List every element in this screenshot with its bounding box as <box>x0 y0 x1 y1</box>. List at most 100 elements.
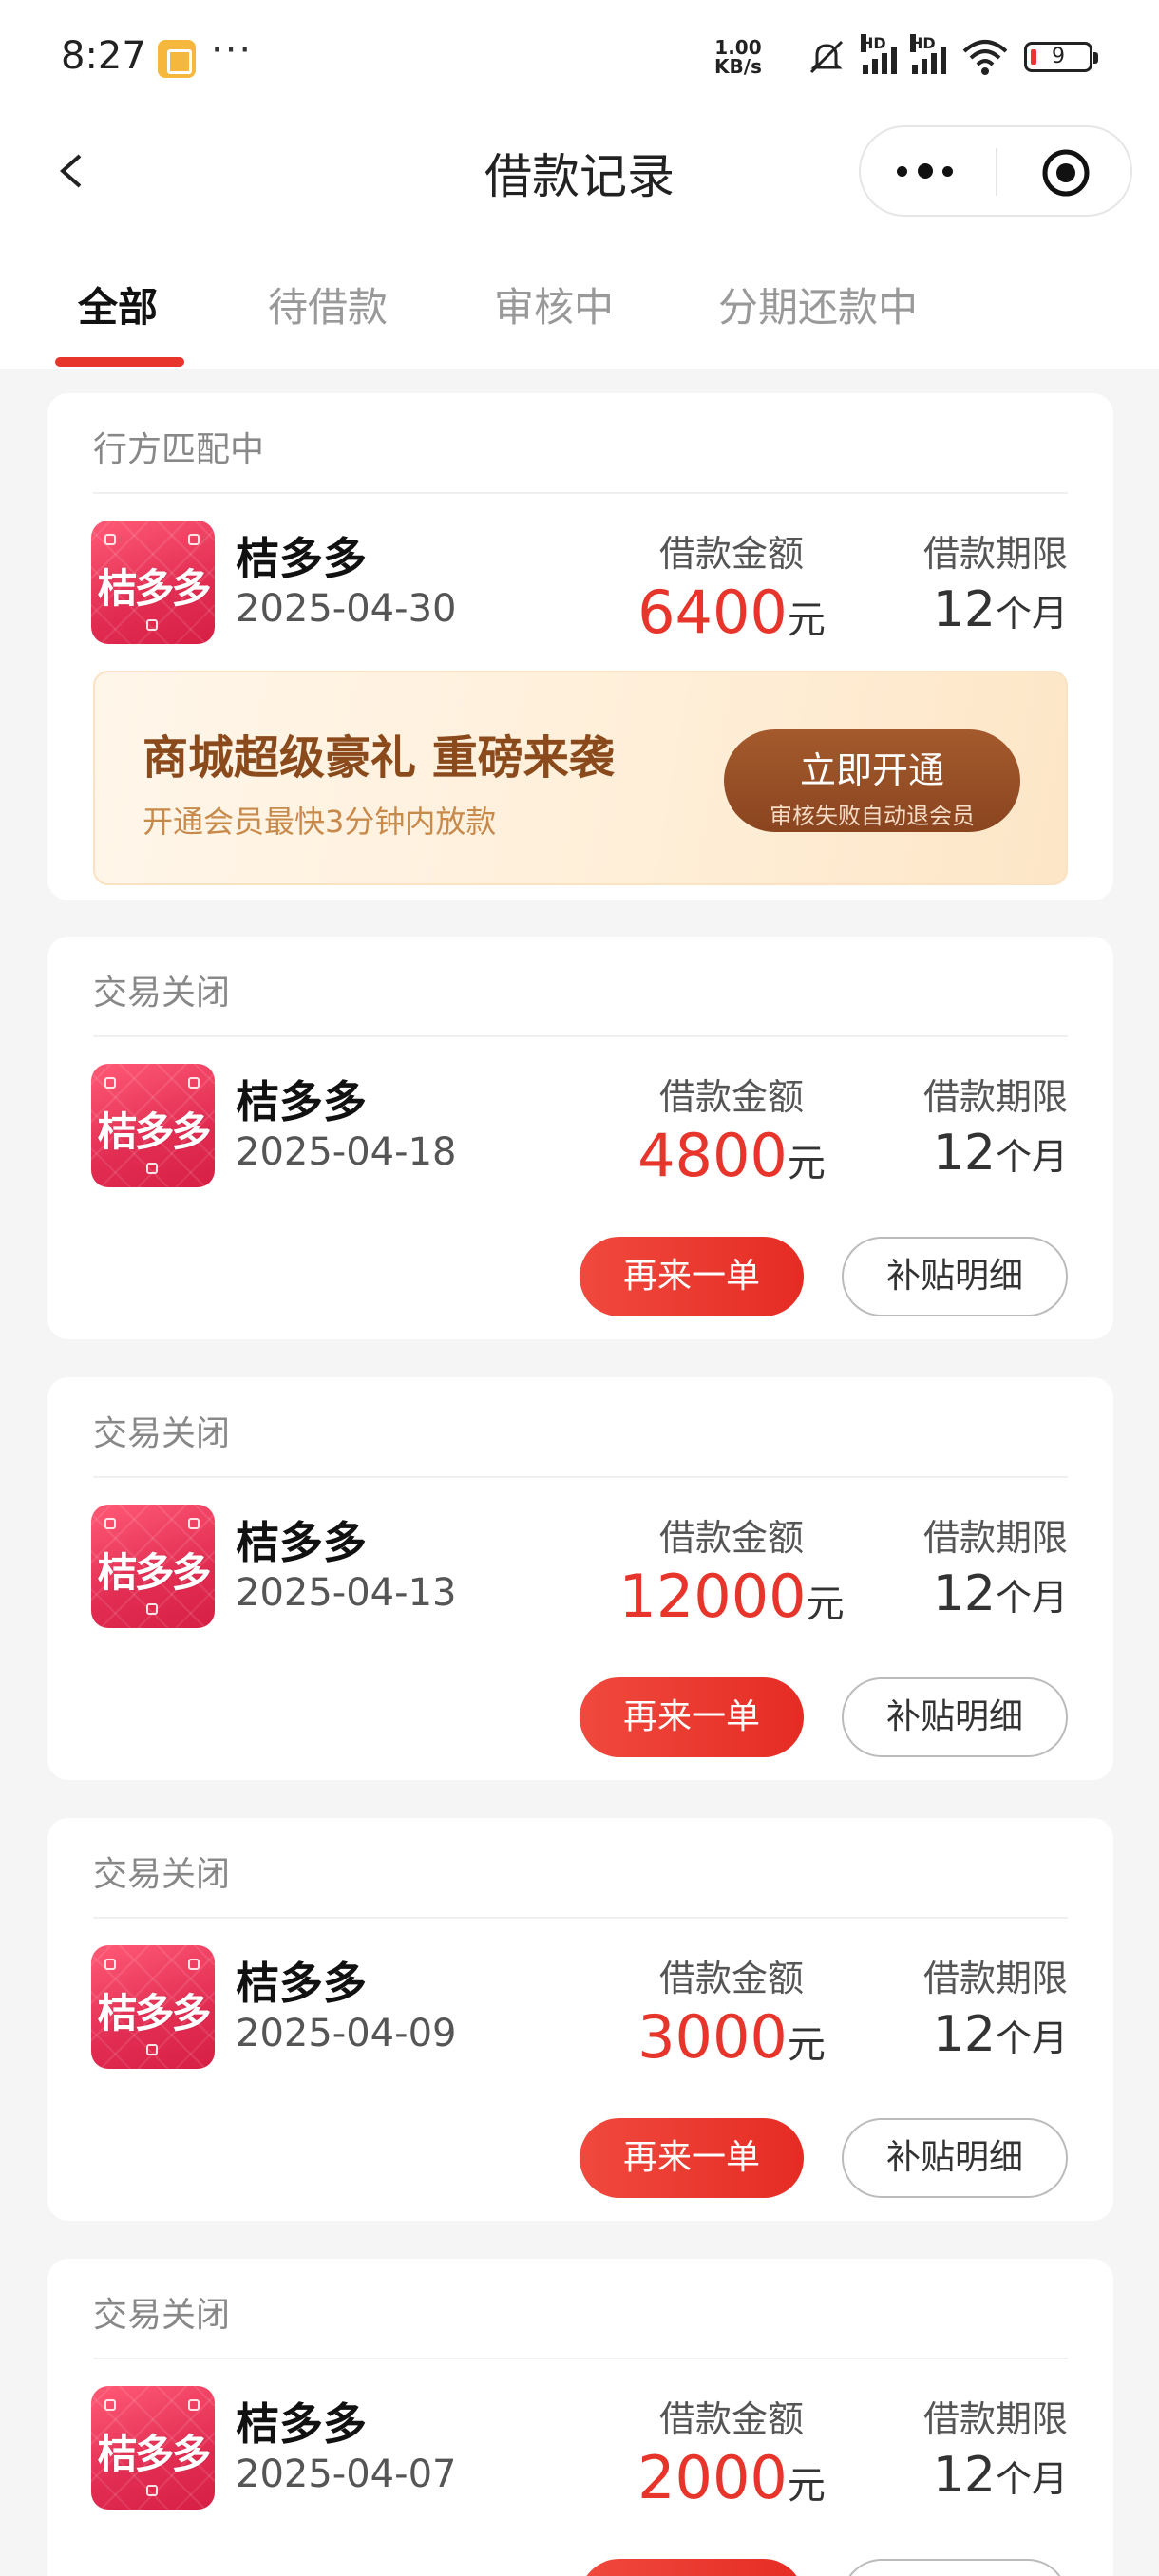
amount-unit: 元 <box>787 1142 826 1185</box>
cart-icon <box>104 2399 116 2411</box>
nav-bar: 借款记录 <box>0 114 1159 228</box>
merchant-name: 桔多多 <box>236 1958 367 2009</box>
term-number: 12 <box>932 2447 996 2504</box>
tab-under-review[interactable]: 审核中 <box>494 275 614 333</box>
record-date: 2025-04-09 <box>236 2012 457 2055</box>
merchant-logo: 桔多多 <box>91 1945 215 2069</box>
term-number: 12 <box>932 581 996 638</box>
amount-unit: 元 <box>787 598 826 642</box>
status-more: ··· <box>211 28 254 72</box>
logo-text: 桔多多 <box>97 2431 211 2477</box>
heart-icon <box>146 1163 158 1174</box>
activate-now-label: 立即开通 <box>799 749 944 791</box>
subsidy-detail-button[interactable]: 补贴明细 <box>842 1677 1068 1757</box>
term-number: 12 <box>932 2006 996 2063</box>
subsidy-detail-button[interactable]: 补贴明细 <box>842 2559 1068 2576</box>
heart-icon <box>146 2044 158 2055</box>
status-bar: 8:27 ··· 1.00 KB/s HD HD 9 <box>0 0 1159 114</box>
record-status: 交易关闭 <box>93 1414 231 1453</box>
capsule-divider <box>996 148 998 196</box>
close-miniprogram-icon[interactable] <box>1041 148 1091 198</box>
record-date: 2025-04-18 <box>236 1130 457 1174</box>
tab-all[interactable]: 全部 <box>78 275 158 333</box>
term-number: 12 <box>932 1125 996 1182</box>
tab-pending-borrow[interactable]: 待借款 <box>268 275 388 333</box>
mute-icon <box>809 40 844 74</box>
term-unit: 个月 <box>995 593 1068 635</box>
activate-now-button[interactable]: 立即开通 审核失败自动退会员 <box>724 729 1020 832</box>
term-value: 12个月 <box>933 581 1068 638</box>
amount-unit: 元 <box>787 2023 826 2067</box>
term-label: 借款期限 <box>922 1076 1068 1118</box>
logo-text: 桔多多 <box>97 1108 211 1155</box>
record-date: 2025-04-30 <box>236 587 457 631</box>
amount-label: 借款金额 <box>658 533 804 575</box>
merchant-name: 桔多多 <box>236 2398 367 2450</box>
term-unit: 个月 <box>995 2017 1068 2059</box>
heart-icon <box>146 1603 158 1615</box>
tab-installment-repaying[interactable]: 分期还款中 <box>718 275 918 333</box>
amount-number: 12000 <box>618 1562 807 1631</box>
merchant-name: 桔多多 <box>236 533 367 584</box>
loan-record-card[interactable]: 交易关闭 桔多多 桔多多 2025-04-09 借款金额 3000元 借款期限 … <box>48 1818 1113 2221</box>
amount-value: 6400元 <box>560 578 902 647</box>
subsidy-detail-button[interactable]: 补贴明细 <box>842 2118 1068 2198</box>
reorder-button[interactable]: 再来一单 <box>580 2118 804 2198</box>
amount-unit: 元 <box>787 2464 826 2508</box>
subsidy-detail-button[interactable]: 补贴明细 <box>842 1237 1068 1316</box>
amount-number: 2000 <box>637 2443 788 2512</box>
merchant-name: 桔多多 <box>236 1076 367 1127</box>
record-date: 2025-04-13 <box>236 1571 457 1615</box>
phone-icon <box>188 534 200 545</box>
card-divider <box>93 492 1068 494</box>
merchant-logo: 桔多多 <box>91 1064 215 1187</box>
battery-level: 9 <box>1052 45 1065 68</box>
term-unit: 个月 <box>995 1136 1068 1178</box>
amount-unit: 元 <box>806 1582 845 1626</box>
mini-program-capsule <box>859 125 1132 217</box>
card-divider <box>93 1035 1068 1037</box>
term-value: 12个月 <box>933 2447 1068 2504</box>
logo-text: 桔多多 <box>97 1549 211 1596</box>
loan-record-card[interactable]: 交易关闭 桔多多 桔多多 2025-04-18 借款金额 4800元 借款期限 … <box>48 937 1113 1339</box>
cart-icon <box>104 1959 116 1970</box>
activate-now-sublabel: 审核失败自动退会员 <box>770 803 975 829</box>
more-icon[interactable] <box>897 160 963 182</box>
cart-icon <box>104 1518 116 1529</box>
term-label: 借款期限 <box>922 2398 1068 2440</box>
amount-value: 4800元 <box>560 1121 902 1190</box>
signal-icon-2: HD <box>910 34 946 74</box>
cart-icon <box>104 1077 116 1089</box>
loan-record-card[interactable]: 交易关闭 桔多多 桔多多 2025-04-07 借款金额 2000元 借款期限 … <box>48 2259 1113 2576</box>
hd-label-2: HD <box>910 34 936 52</box>
amount-label: 借款金额 <box>658 1517 804 1559</box>
record-date: 2025-04-07 <box>236 2453 457 2496</box>
term-unit: 个月 <box>995 2458 1068 2500</box>
reorder-button[interactable]: 再来一单 <box>580 1237 804 1316</box>
phone-icon <box>188 2399 200 2411</box>
signal-icon-1: HD <box>861 34 897 74</box>
reorder-button[interactable]: 再来一单 <box>580 1677 804 1757</box>
status-icons: HD HD 9 <box>806 34 1098 80</box>
membership-promo-banner[interactable]: 商城超级豪礼 重磅来袭 开通会员最快3分钟内放款 立即开通 审核失败自动退会员 <box>93 671 1068 885</box>
card-divider <box>93 2358 1068 2359</box>
term-value: 12个月 <box>933 2006 1068 2063</box>
heart-icon <box>146 2485 158 2496</box>
amount-value: 2000元 <box>560 2443 902 2512</box>
loan-record-card[interactable]: 交易关闭 桔多多 桔多多 2025-04-13 借款金额 12000元 借款期限… <box>48 1377 1113 1780</box>
term-unit: 个月 <box>995 1577 1068 1619</box>
amount-number: 6400 <box>637 578 788 647</box>
term-label: 借款期限 <box>922 1958 1068 1999</box>
amount-label: 借款金额 <box>658 2398 804 2440</box>
reorder-button[interactable]: 再来一单 <box>580 2559 804 2576</box>
promo-title: 商城超级豪礼 重磅来袭 <box>142 731 615 785</box>
amount-value: 12000元 <box>560 1562 902 1631</box>
merchant-name: 桔多多 <box>236 1517 367 1568</box>
amount-value: 3000元 <box>560 2002 902 2072</box>
promo-subtitle: 开通会员最快3分钟内放款 <box>142 804 497 840</box>
loan-record-card[interactable]: 行方匹配中 桔多多 桔多多 2025-04-30 借款金额 6400元 借款期限… <box>48 393 1113 900</box>
logo-text: 桔多多 <box>97 565 211 612</box>
active-tab-indicator <box>55 357 184 367</box>
term-label: 借款期限 <box>922 1517 1068 1559</box>
merchant-logo: 桔多多 <box>91 1505 215 1628</box>
